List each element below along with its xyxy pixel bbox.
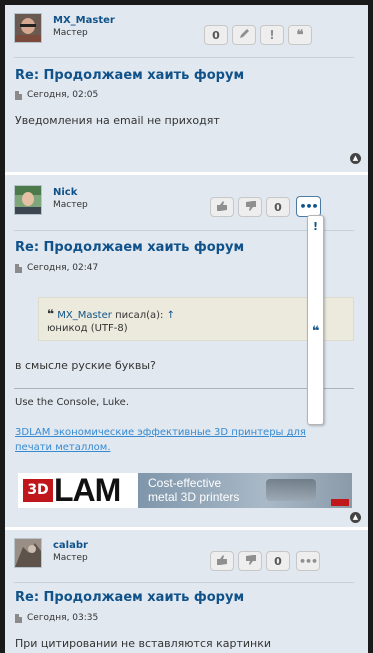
quote-source-link[interactable]: ↑ <box>167 310 175 321</box>
quote-wrote: писал(а): <box>115 310 164 321</box>
quote-icon: ❝ <box>47 307 55 321</box>
post-date: Сегодня, 02:47 <box>27 263 99 273</box>
report-button[interactable]: ! <box>260 25 284 45</box>
exclamation-icon: ! <box>269 28 275 42</box>
post-body: При цитировании не вставляются картинки <box>15 637 272 650</box>
banner-logo-red: 3D <box>23 479 53 502</box>
like-button[interactable] <box>210 197 234 217</box>
post-date: Сегодня, 03:35 <box>27 613 99 623</box>
ellipsis-icon: ••• <box>298 554 318 568</box>
thumbs-down-icon <box>245 554 256 568</box>
banner-tagline-2: metal 3D printers <box>148 490 240 504</box>
thumbs-down-icon <box>245 200 256 214</box>
user-rank: Мастер <box>53 200 88 210</box>
back-to-top-icon[interactable]: ▲ <box>350 512 361 523</box>
post-date: Сегодня, 02:05 <box>27 90 99 100</box>
file-icon <box>15 91 22 100</box>
file-icon <box>15 264 22 273</box>
post-body: Уведомления на email не приходят <box>15 114 220 127</box>
signature-divider <box>14 388 354 389</box>
like-button[interactable] <box>210 551 234 571</box>
post-1: MX_Master Мастер 0 ! ❝ Re: Продолжаем ха… <box>5 5 368 172</box>
more-actions-button[interactable]: ••• <box>296 196 321 217</box>
dislike-button[interactable] <box>238 551 262 571</box>
file-icon <box>15 614 22 623</box>
divider <box>14 230 354 231</box>
post-title[interactable]: Re: Продолжаем хаить форум <box>15 590 244 605</box>
thumbs-up-icon <box>216 200 228 214</box>
mini-logo-icon <box>331 499 349 506</box>
quote-button[interactable]: ❝ <box>288 25 312 45</box>
back-to-top-icon[interactable]: ▲ <box>350 153 361 164</box>
quote-icon: ❝ <box>296 27 304 43</box>
forum-topic-view: MX_Master Мастер 0 ! ❝ Re: Продолжаем ха… <box>5 5 368 653</box>
banner-tagline: Cost-effective metal 3D printers <box>148 476 239 504</box>
post-3: calabr Мастер 0 ••• Re: Продолжаем хаить… <box>5 530 368 653</box>
username[interactable]: calabr <box>53 540 88 551</box>
banner-logo: 3D LAM <box>18 473 139 508</box>
user-rank: Мастер <box>53 553 88 563</box>
edit-button[interactable] <box>232 25 256 45</box>
quote-cite: ❝ MX_Master писал(а): ↑ <box>47 307 175 321</box>
rating-count: 0 <box>266 551 290 571</box>
divider <box>14 57 354 58</box>
username[interactable]: Nick <box>53 187 77 198</box>
post-body: в смысле руские буквы? <box>15 359 156 372</box>
banner-tagline-1: Cost-effective <box>148 476 222 490</box>
pencil-icon <box>239 28 250 42</box>
more-actions-dropdown[interactable]: ! ❝ <box>307 215 324 425</box>
user-rank: Мастер <box>53 28 88 38</box>
quote-menu-icon[interactable]: ❝ <box>312 324 320 339</box>
ellipsis-icon: ••• <box>299 200 318 213</box>
quote-text: юникод (UTF-8) <box>47 323 128 334</box>
rating-count: 0 <box>204 25 228 45</box>
signature-banner[interactable]: 3D LAM Cost-effective metal 3D printers <box>18 473 352 508</box>
signature-text: Use the Console, Luke. <box>15 397 130 408</box>
post-title[interactable]: Re: Продолжаем хаить форум <box>15 240 244 255</box>
banner-promo: Cost-effective metal 3D printers <box>138 473 352 508</box>
avatar[interactable] <box>14 538 42 568</box>
banner-logo-black: LAM <box>54 473 121 508</box>
thumbs-up-icon <box>216 554 228 568</box>
signature-link[interactable]: 3DLAM экономические эффективные 3D принт… <box>15 425 345 455</box>
avatar[interactable] <box>14 13 42 43</box>
post-title[interactable]: Re: Продолжаем хаить форум <box>15 68 244 83</box>
printer-image <box>266 479 316 501</box>
more-actions-button[interactable]: ••• <box>296 551 320 571</box>
report-menu-icon[interactable]: ! <box>313 220 318 233</box>
divider <box>14 582 354 583</box>
dislike-button[interactable] <box>238 197 262 217</box>
quote-author[interactable]: MX_Master <box>57 310 112 321</box>
username[interactable]: MX_Master <box>53 15 115 26</box>
avatar[interactable] <box>14 185 42 215</box>
rating-count: 0 <box>266 197 290 217</box>
